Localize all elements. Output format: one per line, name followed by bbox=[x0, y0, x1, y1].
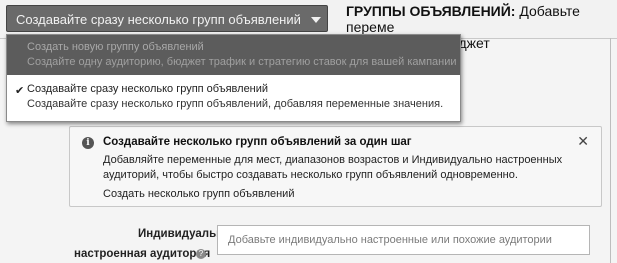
info-circle-icon: i bbox=[82, 137, 94, 149]
chevron-down-icon bbox=[311, 17, 321, 23]
menu-item-create-multiple-groups[interactable]: ✔ Создавайте сразу несколько групп объяв… bbox=[7, 75, 460, 121]
create-multiple-groups-link[interactable]: Создать несколько групп объявлений bbox=[103, 188, 294, 200]
dropdown-menu: Создать новую группу объявлений Создайте… bbox=[6, 34, 461, 122]
ad-group-mode-dropdown[interactable]: Создавайте сразу несколько групп объявле… bbox=[6, 5, 328, 32]
dropdown-selected-label: Создавайте сразу несколько групп объявле… bbox=[16, 12, 301, 27]
menu-item-title: Создавайте сразу несколько групп объявле… bbox=[27, 83, 269, 95]
section-title-bold: ГРУППЫ ОБЪЯВЛЕНИЙ: bbox=[346, 3, 516, 19]
close-icon[interactable]: ✕ bbox=[577, 133, 589, 150]
menu-item-description: Создавайте сразу несколько групп объявле… bbox=[27, 98, 444, 110]
audience-label-line2: настроенная аудитория bbox=[74, 248, 211, 260]
info-text: Добавляйте переменные для мест, диапазон… bbox=[103, 154, 563, 181]
info-box: i Создавайте несколько групп объявлений … bbox=[69, 126, 602, 207]
custom-audience-input[interactable] bbox=[217, 225, 590, 255]
menu-item-title: Создать новую группу объявлений bbox=[27, 41, 204, 53]
question-circle-icon[interactable]: ? bbox=[196, 249, 206, 259]
menu-item-create-new-group[interactable]: Создать новую группу объявлений Создайте… bbox=[7, 35, 460, 75]
checkmark-icon: ✔ bbox=[15, 85, 25, 97]
menu-item-description: Создайте одну аудиторию, бюджет трафик и… bbox=[27, 56, 457, 68]
info-title: Создавайте несколько групп объявлений за… bbox=[103, 136, 412, 148]
content-divider bbox=[610, 38, 611, 263]
